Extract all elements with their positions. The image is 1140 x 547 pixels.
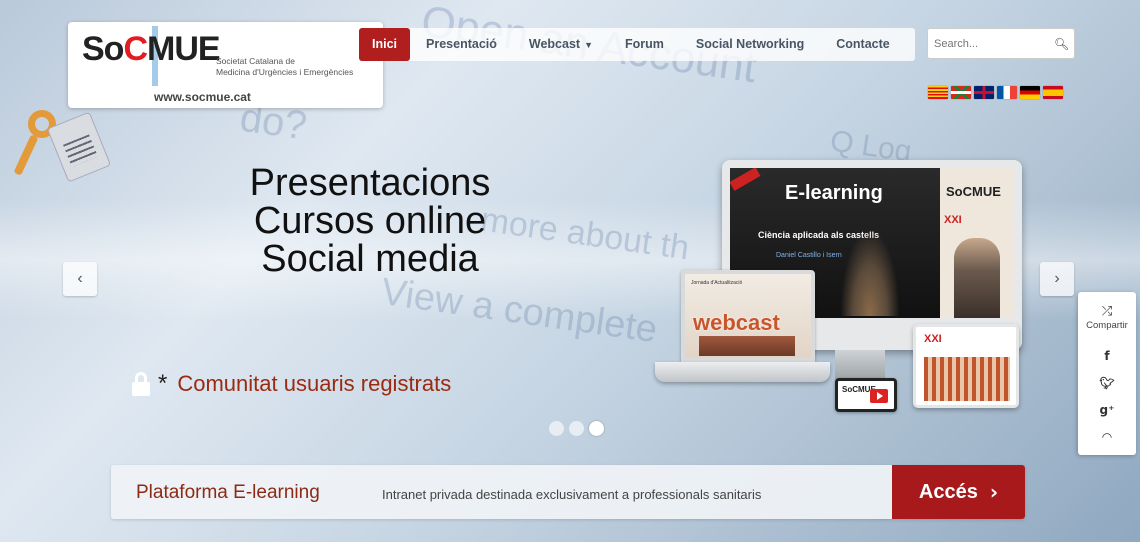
- search-box: 🔍︎: [927, 28, 1075, 59]
- devices-illustration: E-learning Ciència aplicada als castells…: [655, 160, 1025, 415]
- share-label: Compartir: [1086, 320, 1128, 331]
- keys-decoration: [8, 96, 112, 186]
- site-logo[interactable]: SoCMUE Societat Catalana de Medicina d'U…: [68, 22, 383, 108]
- laptop-webcast-word: webcast: [693, 310, 780, 335]
- flag-english-icon[interactable]: [974, 86, 994, 99]
- laptop-image: Jornada d'Actualització webcast: [655, 270, 830, 385]
- main-nav: Inici Presentació Webcast ▼ Forum Social …: [355, 28, 915, 61]
- share-sidebar: ⤮ Compartir f 🐦︎ g⁺ ◠: [1078, 292, 1136, 455]
- nav-item-contacte[interactable]: Contacte: [820, 28, 905, 61]
- logo-wordmark: SoCMUE: [82, 30, 221, 68]
- flag-basque-icon[interactable]: [951, 86, 971, 99]
- chevron-down-icon: ▼: [584, 40, 593, 50]
- carousel-next-button[interactable]: ›: [1040, 262, 1074, 296]
- search-input[interactable]: [934, 37, 1054, 50]
- access-button-label: Accés: [918, 480, 978, 503]
- carousel-dot-1[interactable]: [549, 421, 564, 436]
- monitor-title: E-learning: [785, 182, 883, 204]
- nav-item-webcast[interactable]: Webcast ▼: [513, 28, 609, 61]
- registered-users-label: Comunitat usuaris registrats: [177, 371, 452, 396]
- elearning-title: Plataforma E-learning: [136, 482, 320, 503]
- play-icon: [870, 389, 888, 403]
- tablet-congress: XXI: [924, 333, 942, 345]
- nav-item-webcast-label: Webcast: [528, 37, 581, 51]
- google-plus-icon[interactable]: g⁺: [1100, 403, 1115, 417]
- carousel-indicators: [549, 421, 604, 436]
- share-icon[interactable]: ⤮: [1102, 304, 1112, 319]
- elearning-banner: Plataforma E-learning Intranet privada d…: [111, 465, 1025, 519]
- carousel-prev-button[interactable]: ‹: [63, 262, 97, 296]
- carousel-dot-3[interactable]: [589, 421, 604, 436]
- hero-heading: Presentacions Cursos online Social media: [190, 164, 550, 278]
- logo-org-name: Societat Catalana de Medicina d'Urgèncie…: [216, 56, 354, 77]
- nav-item-social-networking[interactable]: Social Networking: [680, 28, 820, 61]
- twitter-icon[interactable]: 🐦︎: [1099, 376, 1114, 390]
- monitor-author: Daniel Castillo i Isern: [776, 252, 842, 259]
- flag-french-icon[interactable]: [997, 86, 1017, 99]
- nav-item-inici[interactable]: Inici: [359, 28, 411, 61]
- chevron-left-icon: ‹: [77, 270, 83, 287]
- lock-icon: [132, 372, 150, 396]
- flag-catalan-icon[interactable]: [928, 86, 948, 99]
- chevron-right-icon: ›: [989, 480, 999, 504]
- chevron-right-icon: ›: [1054, 270, 1060, 287]
- tablet-image: XXI: [913, 324, 1019, 408]
- monitor-congress: XXI: [944, 214, 962, 226]
- nav-item-forum[interactable]: Forum: [609, 28, 680, 61]
- elearning-description: Intranet privada destinada exclusivament…: [382, 487, 762, 502]
- phone-image: SoCMUE: [835, 378, 897, 412]
- flag-german-icon[interactable]: [1020, 86, 1040, 99]
- hero-line-cursos: Cursos online: [253, 200, 487, 242]
- registered-users-link[interactable]: * Comunitat usuaris registrats: [132, 370, 451, 398]
- monitor-mini-logo: SoCMUE: [946, 184, 1001, 199]
- flag-spanish-icon[interactable]: [1043, 86, 1063, 99]
- facebook-icon[interactable]: f: [1104, 349, 1109, 363]
- hero-line-social: Social media: [261, 238, 479, 280]
- search-icon[interactable]: 🔍︎: [1054, 37, 1069, 51]
- laptop-heading: Jornada d'Actualització: [691, 280, 743, 286]
- language-flags: [928, 86, 1063, 99]
- carousel-dot-2[interactable]: [569, 421, 584, 436]
- logo-url: www.socmue.cat: [154, 90, 251, 104]
- nav-item-presentacio[interactable]: Presentació: [410, 28, 513, 61]
- page-bottom-edge: [0, 542, 1140, 547]
- hero-line-presentacions: Presentacions: [249, 162, 491, 204]
- rss-icon[interactable]: ◠: [1102, 430, 1111, 444]
- access-button[interactable]: Accés ›: [892, 465, 1025, 519]
- asterisk: *: [158, 370, 168, 397]
